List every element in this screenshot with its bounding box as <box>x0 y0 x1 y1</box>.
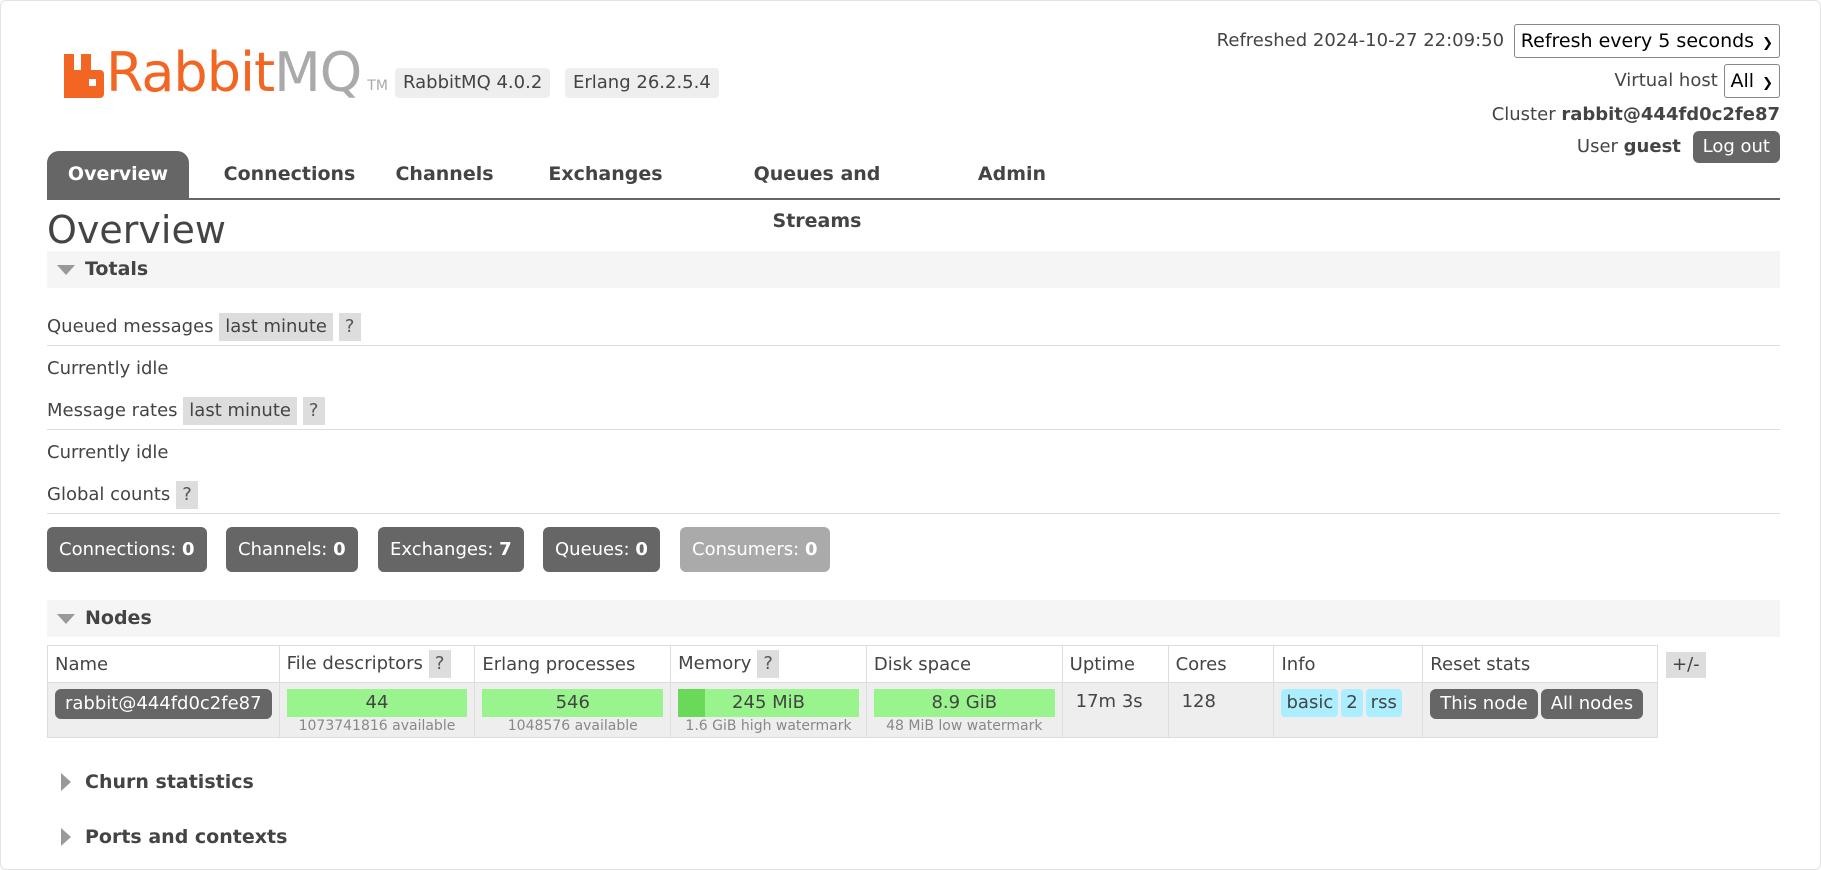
channels-count-button[interactable]: Channels: 0 <box>226 527 358 572</box>
reset-this-node-button[interactable]: This node <box>1430 689 1538 719</box>
uptime-value: 17m 3s <box>1075 691 1143 712</box>
memory-used-fill <box>678 689 706 717</box>
help-icon[interactable]: ? <box>176 481 199 509</box>
expand-triangle-icon <box>61 828 71 846</box>
tab-exchanges[interactable]: Exchanges <box>543 151 668 198</box>
queued-idle-status: Currently idle <box>47 358 169 379</box>
message-rates-row: Message rates last minute ? <box>47 392 1780 430</box>
memory-cell: 245 MiB 1.6 GiB high watermark <box>670 682 867 738</box>
uptime-cell: 17m 3s <box>1061 682 1169 738</box>
column-header: Disk space <box>865 645 1063 683</box>
info-tag-2: 2 <box>1341 689 1363 717</box>
column-header: Cores <box>1167 645 1275 683</box>
rabbitmq-version-badge: RabbitMQ 4.0.2 <box>395 68 551 98</box>
cores-cell: 128 <box>1167 682 1275 738</box>
column-header: Reset stats <box>1422 645 1658 683</box>
exchanges-count-button[interactable]: Exchanges: 7 <box>378 527 524 572</box>
page-title: Overview <box>47 208 226 252</box>
tab-connections[interactable]: Connections <box>212 151 367 198</box>
file-descriptors-cell: 44 1073741816 available <box>278 682 476 738</box>
page-frame <box>0 0 1821 870</box>
rabbitmq-logo[interactable]: RabbitMQ TM <box>64 38 388 104</box>
disk-space-cell: 8.9 GiB 48 MiB low watermark <box>865 682 1063 738</box>
erlang-processes-bar: 546 <box>482 689 664 717</box>
info-cell: basic 2 rss <box>1273 682 1424 738</box>
tab-overview[interactable]: Overview <box>47 151 189 198</box>
connections-count-button[interactable]: Connections: 0 <box>47 527 207 572</box>
consumers-count-button: Consumers: 0 <box>680 527 830 572</box>
erlang-version-badge: Erlang 26.2.5.4 <box>565 68 719 98</box>
tab-admin[interactable]: Admin <box>967 151 1057 198</box>
section-title: Totals <box>85 258 149 280</box>
cores-value: 128 <box>1181 691 1216 712</box>
rates-range-selector[interactable]: last minute <box>183 397 297 425</box>
help-icon[interactable]: ? <box>428 650 451 678</box>
queued-range-selector[interactable]: last minute <box>219 313 333 341</box>
info-tag-rss: rss <box>1365 689 1402 717</box>
section-title: Ports and contexts <box>85 826 288 848</box>
column-header: File descriptors ? <box>278 645 476 683</box>
global-counts-label: Global counts <box>47 484 171 505</box>
reset-all-nodes-button[interactable]: All nodes <box>1540 689 1644 719</box>
nodes-section-header[interactable]: Nodes <box>47 600 1780 637</box>
memory-high-watermark: 1.6 GiB high watermark <box>685 718 852 734</box>
file-descriptors-bar: 44 <box>286 689 468 717</box>
churn-statistics-section-header[interactable]: Churn statistics <box>47 764 1780 801</box>
chevron-down-icon: ❯ <box>1762 36 1773 51</box>
section-title: Churn statistics <box>85 771 254 793</box>
expand-triangle-icon <box>61 773 71 791</box>
section-title: Nodes <box>85 607 152 629</box>
column-toggle-button[interactable]: +/- <box>1666 652 1706 678</box>
help-icon[interactable]: ? <box>757 650 780 678</box>
chevron-down-icon: ❯ <box>1762 76 1773 91</box>
column-header: Info <box>1273 645 1424 683</box>
vhost-label: Virtual host <box>1614 70 1718 91</box>
file-descriptors-available: 1073741816 available <box>298 718 456 734</box>
refresh-area: Refreshed 2024-10-27 22:09:50 Refresh ev… <box>1217 24 1780 58</box>
info-tag-basic: basic <box>1281 689 1339 717</box>
totals-section-header[interactable]: Totals <box>47 251 1780 288</box>
rabbit-logo-icon <box>64 54 104 98</box>
table-row: rabbit@444fd0c2fe87 44 1073741816 availa… <box>47 682 1658 738</box>
queued-messages-label: Queued messages <box>47 316 214 337</box>
ports-and-contexts-section-header[interactable]: Ports and contexts <box>47 819 1780 856</box>
column-header: Memory ? <box>670 645 867 683</box>
vhost-select[interactable]: All ❯ <box>1723 64 1780 98</box>
refresh-interval-select[interactable]: Refresh every 5 seconds ❯ <box>1513 24 1780 58</box>
main-nav-tabs: Overview Connections Channels Exchanges … <box>47 151 1780 232</box>
erlang-processes-available: 1048576 available <box>507 718 638 734</box>
refreshed-timestamp: Refreshed 2024-10-27 22:09:50 <box>1216 30 1505 51</box>
node-name-cell: rabbit@444fd0c2fe87 <box>47 682 280 738</box>
column-header: Erlang processes <box>474 645 672 683</box>
rates-idle-status: Currently idle <box>47 442 169 463</box>
message-rates-label: Message rates <box>47 400 178 421</box>
logo-trademark: TM <box>367 78 388 94</box>
cluster-info: Cluster rabbit@444fd0c2fe87 <box>1492 104 1780 125</box>
help-icon[interactable]: ? <box>302 397 325 425</box>
table-header-row: Name File descriptors ? Erlang processes… <box>47 645 1658 683</box>
cluster-name: rabbit@444fd0c2fe87 <box>1561 104 1780 125</box>
tab-queues-and-streams[interactable]: Queues and Streams <box>707 151 927 232</box>
node-name-link[interactable]: rabbit@444fd0c2fe87 <box>55 689 272 719</box>
logo-wordmark: RabbitMQ <box>106 41 362 104</box>
column-header: Uptime <box>1061 645 1169 683</box>
memory-bar: 245 MiB <box>678 689 859 717</box>
queued-messages-row: Queued messages last minute ? <box>47 308 1780 346</box>
reset-stats-cell: This node All nodes <box>1422 682 1658 738</box>
column-header: Name <box>47 645 280 683</box>
global-counts-row: Global counts ? <box>47 476 1780 514</box>
nodes-table: Name File descriptors ? Erlang processes… <box>47 645 1658 738</box>
tab-channels[interactable]: Channels <box>387 151 502 198</box>
collapse-triangle-icon <box>57 614 75 624</box>
vhost-area: Virtual host All ❯ <box>1614 64 1780 98</box>
disk-low-watermark: 48 MiB low watermark <box>886 718 1043 734</box>
cluster-label: Cluster <box>1491 104 1556 125</box>
disk-space-bar: 8.9 GiB <box>873 689 1055 717</box>
collapse-triangle-icon <box>57 265 75 275</box>
erlang-processes-cell: 546 1048576 available <box>474 682 672 738</box>
queues-count-button[interactable]: Queues: 0 <box>543 527 660 572</box>
help-icon[interactable]: ? <box>338 313 361 341</box>
